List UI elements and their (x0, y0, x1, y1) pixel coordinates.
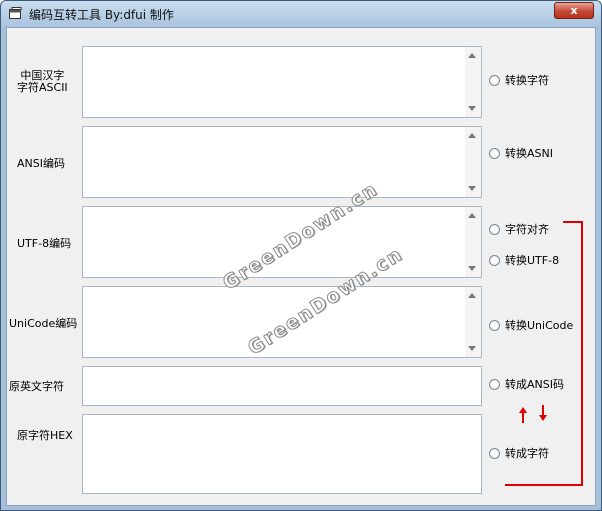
annotation-line-right (581, 221, 583, 486)
scroll-up-icon[interactable] (468, 53, 476, 58)
main-panel: 中国汉字 字符ASCII 转换字符 ANSI编码 转换ASNI UTF-8编码 … (6, 27, 596, 506)
radio-char-align[interactable]: 字符对齐 (489, 221, 549, 237)
scroll-down-icon[interactable] (468, 106, 476, 111)
radio-convert-unicode[interactable]: 转换UniCode (489, 317, 573, 333)
arrow-up-icon (519, 407, 527, 423)
radio-to-ansi[interactable]: 转成ANSI码 (489, 376, 564, 392)
textbox-original-hex[interactable] (82, 414, 482, 494)
radio-circle-icon[interactable] (489, 74, 500, 86)
radio-convert-ansi[interactable]: 转换ASNI (489, 145, 553, 161)
radio-circle-icon[interactable] (489, 147, 500, 159)
title-bar[interactable]: 编码互转工具 By:dfui 制作 x (1, 1, 601, 27)
scroll-up-icon[interactable] (468, 213, 476, 218)
radio-circle-icon[interactable] (489, 319, 500, 331)
close-button[interactable]: x (554, 2, 594, 19)
scroll-down-icon[interactable] (468, 266, 476, 271)
annotation-line-bottom (505, 484, 583, 486)
scrollbar[interactable] (465, 47, 481, 117)
scroll-up-icon[interactable] (468, 133, 476, 138)
textbox-ansi[interactable] (82, 126, 482, 198)
radio-label: 转换UTF-8 (505, 254, 560, 267)
label-chinese-ascii: 中国汉字 字符ASCII (17, 70, 68, 94)
app-icon (9, 7, 22, 19)
radio-circle-icon[interactable] (489, 223, 500, 235)
radio-circle-icon[interactable] (489, 447, 500, 459)
arrow-down-icon (539, 405, 547, 421)
radio-label: 字符对齐 (505, 223, 549, 236)
label-original-hex: 原字符HEX (17, 429, 73, 442)
label-line-2: 字符ASCII (17, 81, 68, 94)
radio-to-chars[interactable]: 转成字符 (489, 445, 549, 461)
radio-convert-utf8[interactable]: 转换UTF-8 (489, 252, 559, 268)
close-icon: x (570, 4, 578, 17)
textbox-chinese-ascii[interactable] (82, 46, 482, 118)
scroll-down-icon[interactable] (468, 186, 476, 191)
scrollbar[interactable] (465, 287, 481, 357)
annotation-line-top (563, 221, 583, 223)
label-ansi: ANSI编码 (17, 157, 65, 170)
radio-label: 转成字符 (505, 447, 549, 460)
radio-label: 转换UniCode (505, 319, 574, 332)
radio-label: 转成ANSI码 (505, 378, 564, 391)
radio-label: 转换字符 (505, 74, 549, 87)
scrollbar[interactable] (465, 207, 481, 277)
scroll-down-icon[interactable] (468, 346, 476, 351)
radio-label: 转换ASNI (505, 147, 553, 160)
textbox-original-english[interactable] (82, 366, 482, 406)
app-window: 编码互转工具 By:dfui 制作 x 中国汉字 字符ASCII 转换字符 AN… (0, 0, 602, 511)
scroll-up-icon[interactable] (468, 293, 476, 298)
label-unicode: UniCode编码 (9, 317, 78, 330)
scrollbar[interactable] (465, 127, 481, 197)
window-title: 编码互转工具 By:dfui 制作 (29, 8, 174, 22)
label-utf8: UTF-8编码 (17, 237, 72, 250)
radio-convert-chars[interactable]: 转换字符 (489, 72, 549, 88)
radio-circle-icon[interactable] (489, 378, 500, 390)
label-original-english: 原英文字符 (9, 380, 64, 393)
radio-circle-icon[interactable] (489, 254, 500, 266)
